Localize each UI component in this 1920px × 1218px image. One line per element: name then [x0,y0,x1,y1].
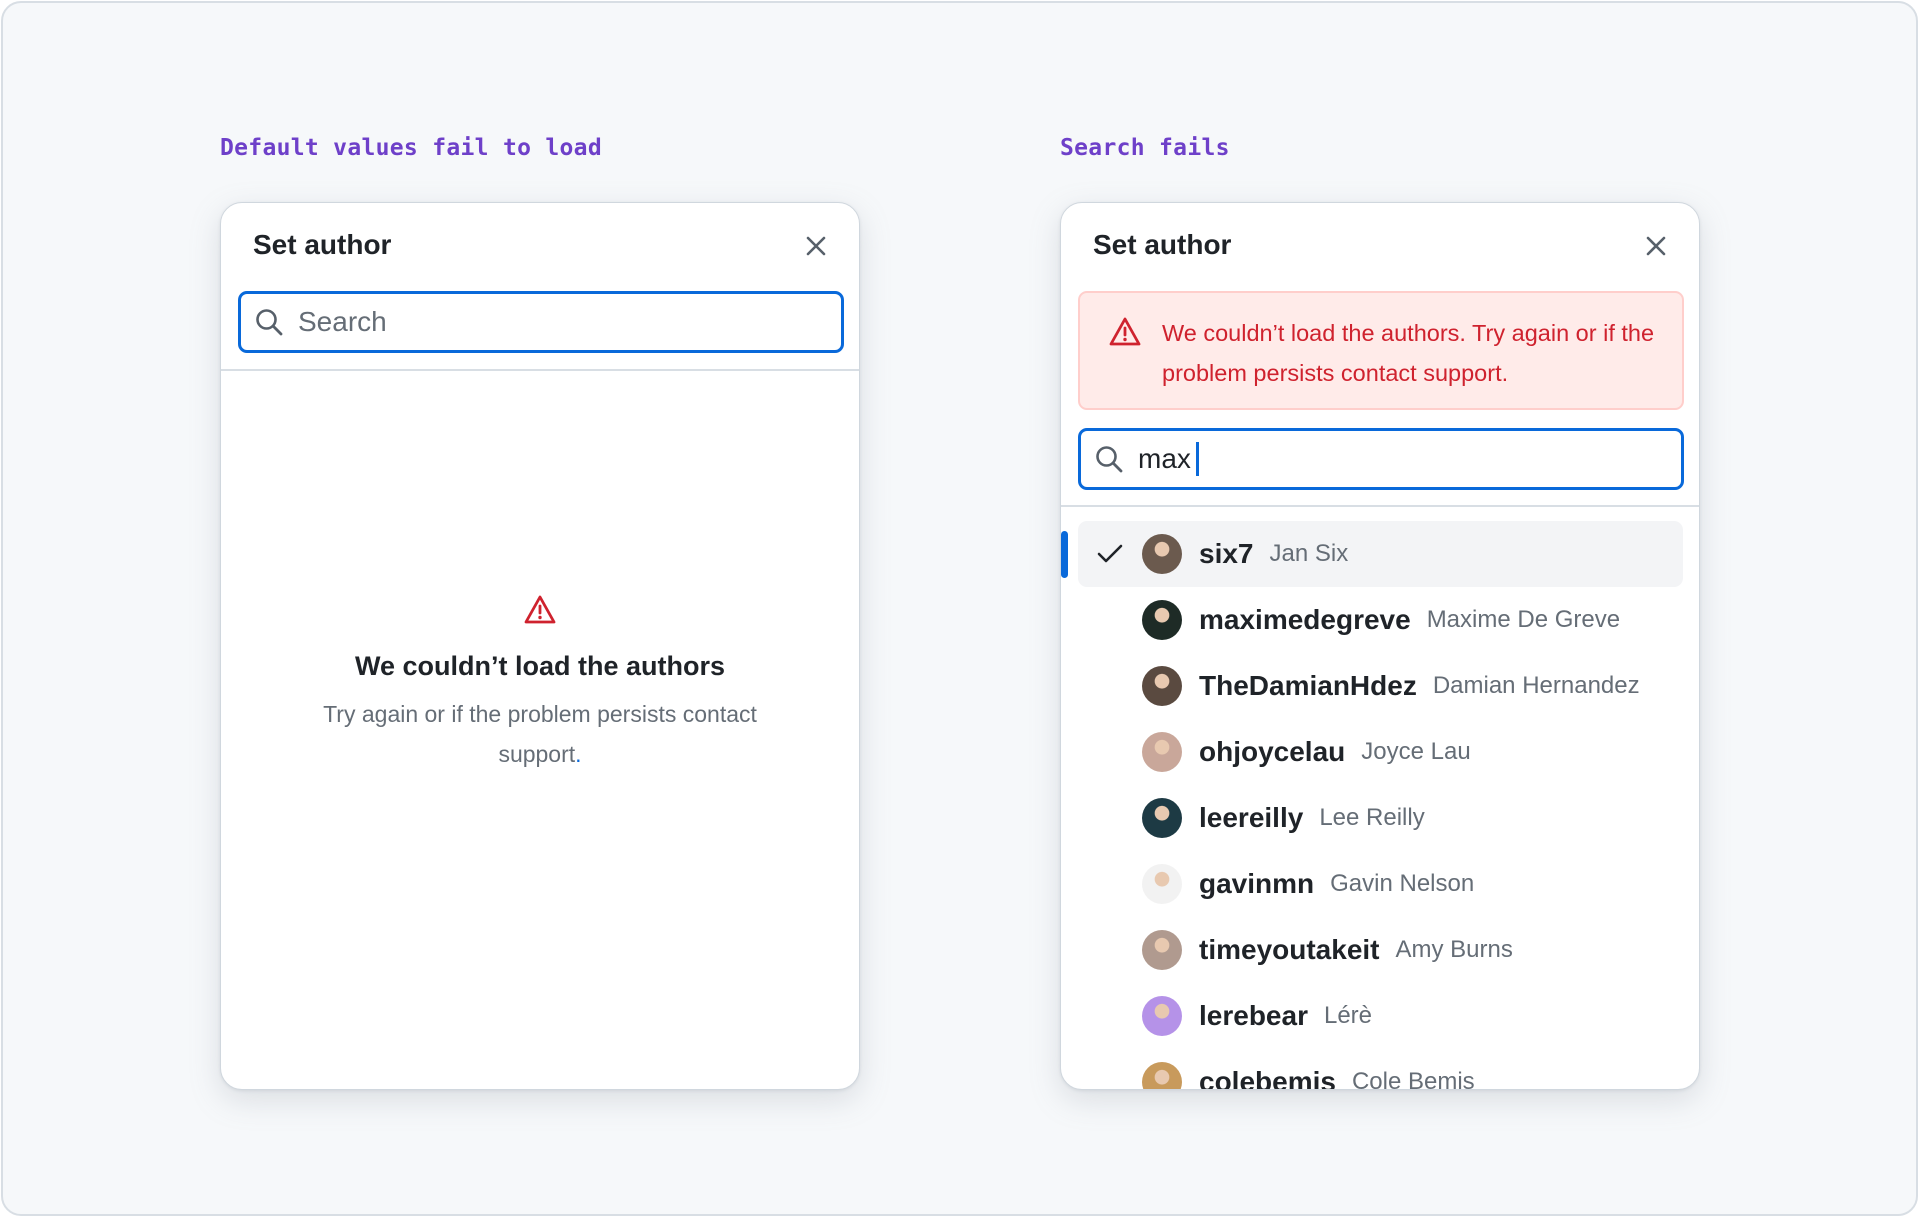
avatar [1142,534,1182,574]
author-option-lerebear[interactable]: lerebear Lérè [1078,983,1683,1049]
scenario-label-default-fail: Default values fail to load [220,135,602,161]
author-option-colebemis[interactable]: colebemis Cole Bemis [1078,1049,1683,1090]
avatar [1142,798,1182,838]
selected-indicator [1061,531,1068,578]
author-option-six7[interactable]: six7 Jan Six [1061,521,1683,587]
check-icon [1097,544,1123,563]
close-button[interactable] [801,231,831,261]
search-field[interactable] [1078,428,1684,490]
author-login: TheDamianHdez [1199,670,1417,701]
search-input[interactable] [1138,434,1223,484]
check-slot [1078,983,1142,1049]
empty-state-description-end: . [575,741,582,767]
empty-state-title: We couldn’t load the authors [354,651,725,681]
author-login: gavinmn [1199,868,1315,899]
close-button[interactable] [1641,231,1671,261]
set-author-panel-default-fail: Set author We couldn’t load the authors … [220,202,860,1090]
avatar [1142,1062,1182,1089]
author-login: maximedegreve [1199,604,1411,635]
alert-triangle-icon [1109,317,1141,346]
author-login: leereilly [1199,802,1304,833]
avatar [1142,600,1182,640]
check-slot [1078,851,1142,917]
author-login: timeyoutakeit [1199,934,1380,965]
author-login: ohjoycelau [1199,736,1346,767]
x-icon [806,236,826,256]
divider [221,369,859,371]
author-name: Jan Six [1269,540,1349,567]
error-banner-message: We couldn’t load the authors. Try again … [1162,320,1655,386]
author-option-ohjoycelau[interactable]: ohjoycelau Joyce Lau [1078,719,1683,785]
author-option-gavinmn[interactable]: gavinmn Gavin Nelson [1078,851,1683,917]
check-slot [1078,785,1142,851]
author-name: Cole Bemis [1351,1068,1475,1090]
avatar [1142,864,1182,904]
author-option-leereilly[interactable]: leereilly Lee Reilly [1078,785,1683,851]
scenario-label-search-fails: Search fails [1060,135,1230,161]
x-icon [1646,236,1666,256]
avatar [1142,666,1182,706]
avatar [1142,732,1182,772]
panel-header: Set author [1061,203,1699,287]
panel-title: Set author [1093,229,1232,260]
author-login: lerebear [1199,1000,1308,1031]
author-name: Amy Burns [1395,936,1513,963]
search-input[interactable] [298,297,818,347]
check-slot [1078,917,1142,983]
author-name: Damian Hernandez [1432,672,1640,699]
author-name: Maxime De Greve [1426,606,1621,633]
check-slot [1078,521,1142,587]
panel-header: Set author [221,203,859,287]
author-name: Lérè [1323,1002,1373,1029]
check-slot [1078,719,1142,785]
author-option-timeyoutakeit[interactable]: timeyoutakeit Amy Burns [1078,917,1683,983]
author-list: six7 Jan Six maximedegreve Maxime De Greve T… [1061,521,1699,1090]
divider [1061,505,1699,507]
author-option-thedamianhdez[interactable]: TheDamianHdez Damian Hernandez [1078,653,1683,719]
author-name: Gavin Nelson [1330,870,1475,897]
author-login: colebemis [1199,1066,1336,1090]
check-slot [1078,653,1142,719]
avatar [1142,996,1182,1036]
alert-triangle-icon [524,595,556,624]
author-login: six7 [1199,538,1254,569]
empty-state-description: Try again or if the problem persists con… [280,694,800,774]
author-name: Joyce Lau [1361,738,1471,765]
empty-state-description-text: Try again or if the problem persists con… [323,701,757,767]
panel-title: Set author [253,229,392,260]
check-slot [1078,1049,1142,1089]
check-slot [1078,587,1142,653]
set-author-panel-search-fails: Set author We couldn’t load the authors.… [1060,202,1700,1090]
empty-state: We couldn’t load the authors Try again o… [221,593,859,774]
avatar [1142,930,1182,970]
text-caret [1196,442,1199,476]
search-icon [256,309,283,336]
author-name: Lee Reilly [1319,804,1425,831]
search-field[interactable] [238,291,844,353]
search-icon [1096,446,1123,473]
error-banner: We couldn’t load the authors. Try again … [1078,291,1684,410]
author-option-maximedegreve[interactable]: maximedegreve Maxime De Greve [1078,587,1683,653]
